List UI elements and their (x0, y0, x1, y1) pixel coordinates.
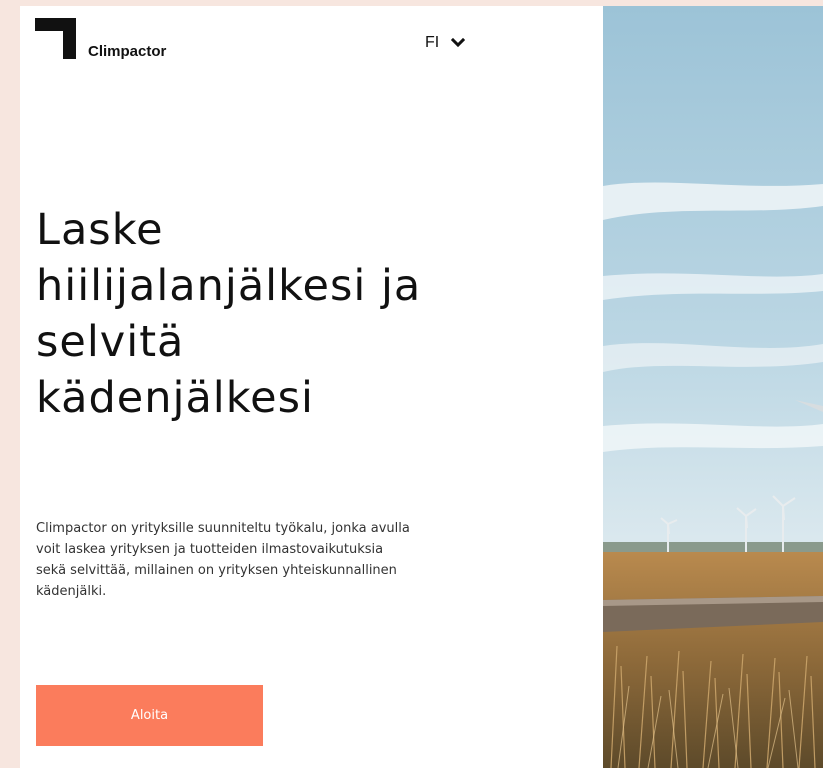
logo-mark-icon (35, 18, 76, 59)
intro-panel: Climpactor FI Laske hiilijalanjälkesi ja… (20, 6, 603, 768)
headline-line: selvitä (36, 317, 185, 367)
language-label: FI (425, 34, 440, 51)
brand-name: Climpactor (88, 43, 167, 60)
headline-line: kädenjälkesi (36, 373, 314, 423)
description-line: voit laskea yrityksen ja tuotteiden ilma… (36, 542, 384, 557)
description-line: Climpactor on yrityksille suunniteltu ty… (36, 521, 410, 536)
brand-logo[interactable]: Climpactor (35, 18, 167, 60)
headline-line: hiilijalanjälkesi ja (36, 261, 422, 311)
hero-photo (603, 6, 823, 768)
page-title: Laske hiilijalanjälkesi ja selvitä käden… (36, 202, 576, 426)
description-line: sekä selvittää, millainen on yrityksen y… (36, 563, 397, 578)
intro-description: Climpactor on yrityksille suunniteltu ty… (36, 518, 536, 602)
description-line: kädenjälki. (36, 584, 107, 599)
headline-line: Laske (36, 205, 164, 255)
chevron-down-icon (451, 38, 466, 48)
start-button[interactable]: Aloita (36, 685, 263, 746)
language-selector[interactable]: FI (425, 34, 466, 52)
